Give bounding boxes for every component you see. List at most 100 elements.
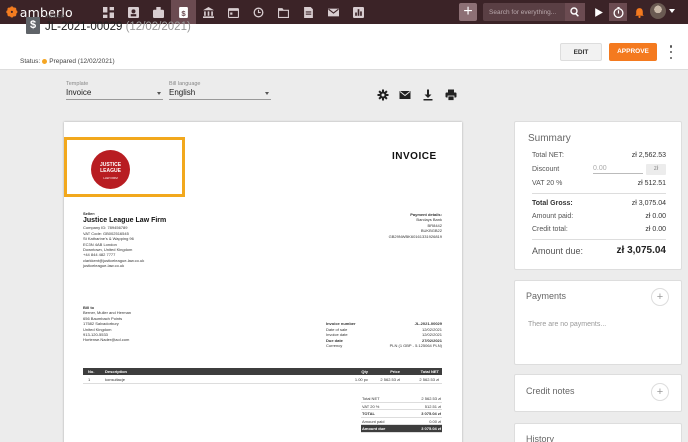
svg-text:$: $ bbox=[181, 8, 186, 17]
totals-value: 2 562.53 zł bbox=[421, 396, 441, 401]
table-header: No. Description Qty Price Total NET bbox=[83, 368, 442, 375]
invoice-meta: Invoice number JL-2021-00029 Date of sale… bbox=[326, 321, 442, 349]
bill-to-line: Hortense.Nader@aol.com bbox=[83, 337, 130, 343]
add-credit-note-button[interactable]: + bbox=[651, 383, 669, 401]
history-card: History bbox=[514, 423, 682, 442]
totals-value: 3 075.04 zł bbox=[421, 426, 441, 431]
download-icon[interactable] bbox=[422, 88, 434, 101]
timer-play-button[interactable] bbox=[589, 3, 607, 21]
payment-line: GB29NWBK60161331926819 bbox=[388, 233, 442, 239]
col-price: Price bbox=[390, 369, 400, 374]
search-icon bbox=[570, 7, 579, 17]
logo-text-3: LAW FIRM bbox=[103, 176, 118, 180]
summary-row: Total NET: zł 2,562.53 bbox=[532, 152, 666, 159]
bill-to-block: Bill to Berner, Muller and Herman 656 Ba… bbox=[83, 305, 131, 343]
cell-no: 1 bbox=[88, 377, 91, 382]
calendar-icon[interactable] bbox=[221, 0, 246, 24]
credit-notes-card: Credit notes + bbox=[514, 374, 682, 412]
dropdown-arrow-icon bbox=[265, 92, 269, 95]
totals-label: Total NET bbox=[362, 396, 380, 401]
col-description: Description bbox=[105, 369, 128, 374]
totals-row: TOTAL 3 075.04 zł bbox=[361, 410, 442, 418]
user-avatar[interactable] bbox=[650, 3, 666, 19]
totals-value: 512.51 zł bbox=[424, 403, 441, 409]
payments-card: Payments + There are no payments... bbox=[514, 280, 682, 365]
summary-value: zł 3,075.04 bbox=[631, 200, 666, 207]
divider bbox=[532, 239, 666, 240]
search-button[interactable] bbox=[565, 3, 585, 21]
reports-icon[interactable] bbox=[346, 0, 371, 24]
totals-label: Amount due bbox=[362, 426, 386, 431]
chevron-down-icon[interactable] bbox=[669, 9, 675, 13]
summary-row: Amount paid: zł 0.00 bbox=[532, 213, 666, 220]
cell-qty: 1.00 pc bbox=[354, 377, 368, 382]
seller-line: justiceleague-law.co.uk bbox=[83, 263, 125, 269]
amount-due-row: Amount due: zł 3,075.04 bbox=[532, 245, 666, 256]
invoice-number: JL-2021-00029 bbox=[45, 21, 123, 33]
discount-placeholder: 0.00 bbox=[593, 165, 607, 172]
totals-row: VAT 20 % 512.51 zł bbox=[361, 403, 442, 410]
global-search bbox=[483, 3, 585, 21]
print-icon[interactable] bbox=[445, 88, 457, 101]
notifications-button[interactable] bbox=[630, 3, 648, 21]
summary-value: zł 0.00 bbox=[645, 213, 666, 220]
add-payment-button[interactable]: + bbox=[651, 288, 669, 306]
meta-row: Currency PLN (1 GBP - 5.125064 PLN) bbox=[326, 343, 442, 349]
logo-text-2: LEAGUE bbox=[100, 168, 121, 174]
status-line: Status: Prepared (12/02/2021) bbox=[20, 58, 115, 65]
summary-label: VAT 20 % bbox=[532, 180, 563, 187]
documents-icon[interactable] bbox=[296, 0, 321, 24]
template-value: Invoice bbox=[66, 88, 92, 97]
meta-label: Currency bbox=[326, 343, 343, 349]
seller-name: Justice League Law Firm bbox=[83, 217, 167, 225]
template-select[interactable]: Invoice bbox=[66, 88, 163, 100]
summary-row: Discount bbox=[532, 166, 592, 173]
language-select[interactable]: English bbox=[169, 88, 271, 100]
summary-row: Total Gross: zł 3,075.04 bbox=[532, 200, 666, 207]
totals-label: Amount paid bbox=[362, 418, 385, 424]
logo-highlight-frame[interactable]: JUSTICE LEAGUE LAW FIRM bbox=[64, 137, 185, 197]
col-total: Total NET bbox=[420, 369, 439, 374]
bank-icon[interactable] bbox=[196, 0, 221, 24]
breadcrumb[interactable]: Invoice bbox=[45, 14, 64, 20]
play-icon bbox=[594, 7, 603, 17]
meta-value: PLN (1 GBP - 5.125064 PLN) bbox=[389, 343, 442, 349]
discount-unit-toggle[interactable]: zł bbox=[646, 164, 666, 175]
discount-label: Discount bbox=[532, 166, 560, 173]
email-icon[interactable] bbox=[399, 88, 411, 100]
totals-row: Total NET 2 562.53 zł bbox=[361, 395, 442, 403]
cell-price: 2 562.53 zł bbox=[380, 377, 400, 382]
col-no: No. bbox=[88, 369, 95, 374]
totals-label: TOTAL bbox=[362, 411, 375, 416]
approve-button[interactable]: APPROVE bbox=[609, 43, 657, 61]
status-dot-icon bbox=[42, 59, 48, 64]
summary-label: Amount paid: bbox=[532, 213, 574, 220]
mail-icon[interactable] bbox=[321, 0, 346, 24]
table-row: 1 konsultacje 1.00 pc 2 562.53 zł 2 562.… bbox=[83, 375, 442, 384]
more-options-icon[interactable] bbox=[668, 45, 674, 59]
quick-add-button[interactable]: + bbox=[459, 3, 477, 21]
stopwatch-button[interactable] bbox=[609, 3, 627, 21]
summary-label: Credit total: bbox=[532, 226, 568, 233]
invoice-totals: Total NET 2 562.53 zł VAT 20 % 512.51 zł T… bbox=[361, 395, 442, 433]
edit-button[interactable]: EDIT bbox=[560, 43, 602, 61]
invoice-preview: JUSTICE LEAGUE LAW FIRM INVOICE Seller: J… bbox=[64, 122, 462, 442]
settings-gear-icon[interactable] bbox=[377, 88, 389, 101]
totals-row: Amount due 3 075.04 zł bbox=[361, 425, 442, 433]
language-value: English bbox=[169, 88, 196, 97]
totals-row: Amount paid 0.00 zł bbox=[361, 418, 442, 425]
credit-notes-title: Credit notes bbox=[526, 386, 575, 396]
status-value: Prepared (12/02/2021) bbox=[49, 58, 115, 65]
summary-value: zł 512.51 bbox=[637, 180, 666, 187]
totals-value: 0.00 zł bbox=[429, 418, 441, 424]
discount-input[interactable]: 0.00 bbox=[593, 164, 643, 174]
cell-total: 2 562.53 zł bbox=[419, 377, 439, 382]
divider bbox=[532, 193, 666, 194]
time-icon[interactable] bbox=[246, 0, 271, 24]
payment-details-block: Payment details: Barclays Bank BR8442 BU… bbox=[389, 212, 442, 239]
invoice-title-date: (12/02/2021) bbox=[125, 21, 191, 33]
search-input[interactable] bbox=[483, 8, 563, 16]
no-payments-text: There are no payments... bbox=[528, 321, 607, 328]
invoice-document-icon: $ bbox=[26, 17, 40, 34]
folder-icon[interactable] bbox=[271, 0, 296, 24]
